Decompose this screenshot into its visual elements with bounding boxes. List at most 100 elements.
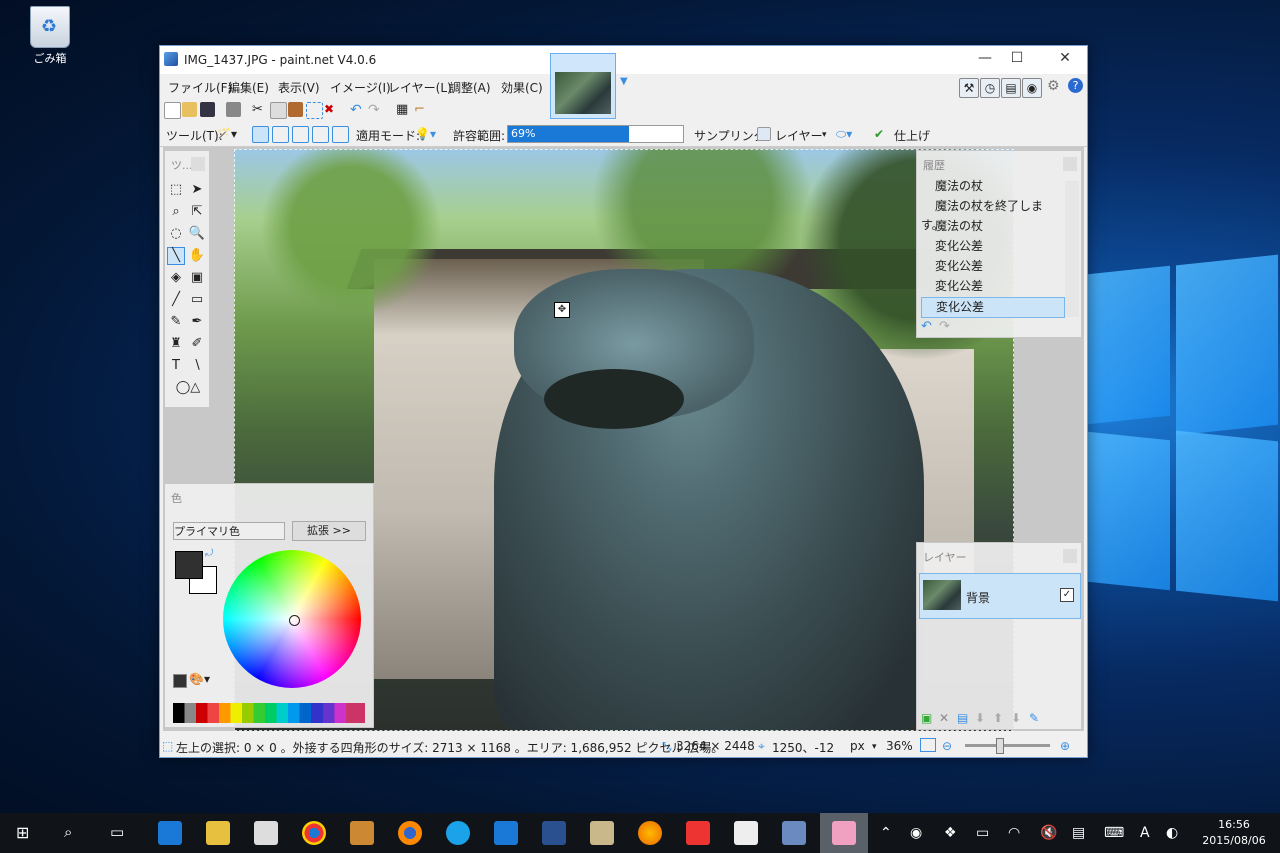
rectangle-select-tool-icon[interactable]: ⬚ [167,181,185,199]
chrome-icon[interactable] [302,821,326,845]
history-item[interactable]: 魔法の杖 [921,177,1063,196]
copy-icon[interactable] [270,102,287,119]
move-layer-up-icon[interactable]: ⬆ [993,711,1003,725]
ime-mode-icon[interactable]: ◐ [1166,825,1178,841]
layer-properties-icon[interactable]: ✎ [1029,711,1039,725]
move-layer-down-icon[interactable]: ⬇ [1011,711,1021,725]
primary-color-swatch[interactable] [175,551,203,579]
notifications-icon[interactable]: ▤ [1072,825,1085,841]
open-file-icon[interactable] [182,102,197,117]
eraser-tool-icon[interactable]: ▭ [188,291,206,309]
deselect-icon[interactable]: ✖ [324,102,339,117]
history-redo-icon[interactable]: ↷ [939,319,950,334]
minimize-button[interactable]: — [970,50,1000,70]
redo-icon[interactable]: ↷ [368,102,383,117]
move-selection-tool-icon[interactable]: ⇱ [188,203,206,221]
zoom-out-icon[interactable]: ⊖ [942,739,952,753]
color-picker-tool-icon[interactable]: ✒ [188,313,206,331]
gradient-tool-icon[interactable]: ▣ [188,269,206,287]
crop-to-selection-icon[interactable] [306,102,323,119]
recolor-tool-icon[interactable]: ✐ [188,335,206,353]
app-icon-1[interactable] [350,821,374,845]
menu-image[interactable]: イメージ(I) [330,79,391,96]
start-button-icon[interactable]: ⊞ [16,823,29,842]
search-icon[interactable]: ⌕ [64,823,72,841]
selection-mode-exclude-icon[interactable] [292,126,309,143]
zoom-slider-thumb[interactable] [996,738,1004,754]
zoom-value[interactable]: 36% [886,739,913,753]
layers-panel-close-icon[interactable] [1063,549,1077,563]
delete-layer-icon[interactable]: ✕ [939,711,949,725]
history-item[interactable]: 変化公差 [921,237,1063,256]
ruler-icon[interactable]: ⌐ [414,102,429,117]
tab-dropdown-icon[interactable]: ▼ [620,76,628,87]
selection-mode-union-icon[interactable] [272,126,289,143]
ellipse-select-tool-icon[interactable]: ◌ [167,225,185,243]
layers-window-toggle-icon[interactable]: ▤ [1001,78,1021,98]
menu-view[interactable]: 表示(V) [278,79,320,96]
wifi-icon[interactable]: ◠ [1008,825,1020,841]
unit-dropdown[interactable]: px [850,739,865,753]
save-icon[interactable] [200,102,215,117]
powershell-icon[interactable] [542,821,566,845]
clone-stamp-tool-icon[interactable]: ♜ [167,335,185,353]
sampling-dropdown[interactable]: レイヤー [775,127,823,144]
menu-edit[interactable]: 編集(E) [228,79,269,96]
antialiasing-icon[interactable]: ⬭▾ [836,127,852,142]
zoom-slider[interactable] [965,744,1050,747]
shapes-tool-icon[interactable]: ◯△ [173,379,203,397]
text-tool-icon[interactable]: T [167,357,185,375]
colors-window-toggle-icon[interactable]: ◉ [1022,78,1042,98]
settings-gear-icon[interactable]: ⚙ [1047,78,1060,94]
paintnet-taskbar-icon[interactable] [782,821,806,845]
expand-colors-button[interactable]: 拡張 >> [292,521,366,541]
tools-window-toggle-icon[interactable]: ⚒ [959,78,979,98]
menu-layers[interactable]: レイヤー(L) [388,79,452,96]
firefox-icon[interactable] [398,821,422,845]
close-button[interactable]: ✕ [1050,50,1080,70]
selection-mode-intersect-icon[interactable] [312,126,329,143]
print-icon[interactable] [226,102,241,117]
color-mode-dropdown[interactable]: プライマリ色 [173,522,285,540]
clock[interactable]: 16:56 2015/08/06 [1196,817,1272,849]
tray-app-icon-1[interactable]: ◉ [910,825,922,841]
finish-button[interactable]: 仕上げ [894,127,930,144]
color-wheel-marker[interactable] [289,615,300,626]
maximize-button[interactable]: ☐ [1002,50,1032,70]
color-palette[interactable] [173,703,365,723]
magic-wand-tool-icon[interactable]: ╲ [167,247,185,265]
paint-bucket-tool-icon[interactable]: ◈ [167,269,185,287]
keyboard-icon[interactable]: ⌨ [1104,825,1124,841]
add-layer-icon[interactable]: ▣ [921,711,932,725]
history-scrollbar[interactable] [1065,181,1079,317]
ime-indicator[interactable]: A [1140,825,1150,841]
move-selected-tool-icon[interactable]: ➤ [188,181,206,199]
menu-adjustments[interactable]: 調整(A) [449,79,491,96]
swap-colors-icon[interactable]: ⤾ [205,548,213,559]
tray-overflow-icon[interactable]: ⌃ [880,825,892,841]
new-file-icon[interactable] [164,102,181,119]
tools-panel-close-icon[interactable] [191,157,205,171]
zoom-tool-icon[interactable]: 🔍 [188,225,206,243]
pan-tool-icon[interactable]: ✋ [188,247,206,265]
edge-browser-icon[interactable] [158,821,182,845]
app-icon-4[interactable] [686,821,710,845]
tolerance-slider[interactable]: 69% [507,125,684,143]
default-colors-icon[interactable] [173,674,187,688]
zoom-in-icon[interactable]: ⊕ [1060,739,1070,753]
palette-menu-icon[interactable]: 🎨▾ [189,672,210,686]
skype-icon[interactable] [446,821,470,845]
title-bar[interactable]: IMG_1437.JPG - paint.net V4.0.6 — ☐ ✕ [160,46,1087,74]
merge-layer-down-icon[interactable]: ⬇ [975,711,985,725]
history-panel-close-icon[interactable] [1063,157,1077,171]
pencil-tool-icon[interactable]: ✎ [167,313,185,331]
unit-dropdown-arrow-icon[interactable]: ▾ [872,742,877,752]
selection-mode-replace-icon[interactable] [252,126,269,143]
recycle-bin-desktop-icon[interactable]: ごみ箱 [22,6,78,66]
store-icon[interactable] [254,821,278,845]
layer-visibility-checkbox[interactable]: ✓ [1060,588,1074,602]
app-icon-5[interactable] [734,821,758,845]
file-explorer-icon[interactable] [206,821,230,845]
layer-row[interactable]: 背景 ✓ [919,573,1081,619]
dropbox-icon[interactable]: ❖ [944,825,957,841]
